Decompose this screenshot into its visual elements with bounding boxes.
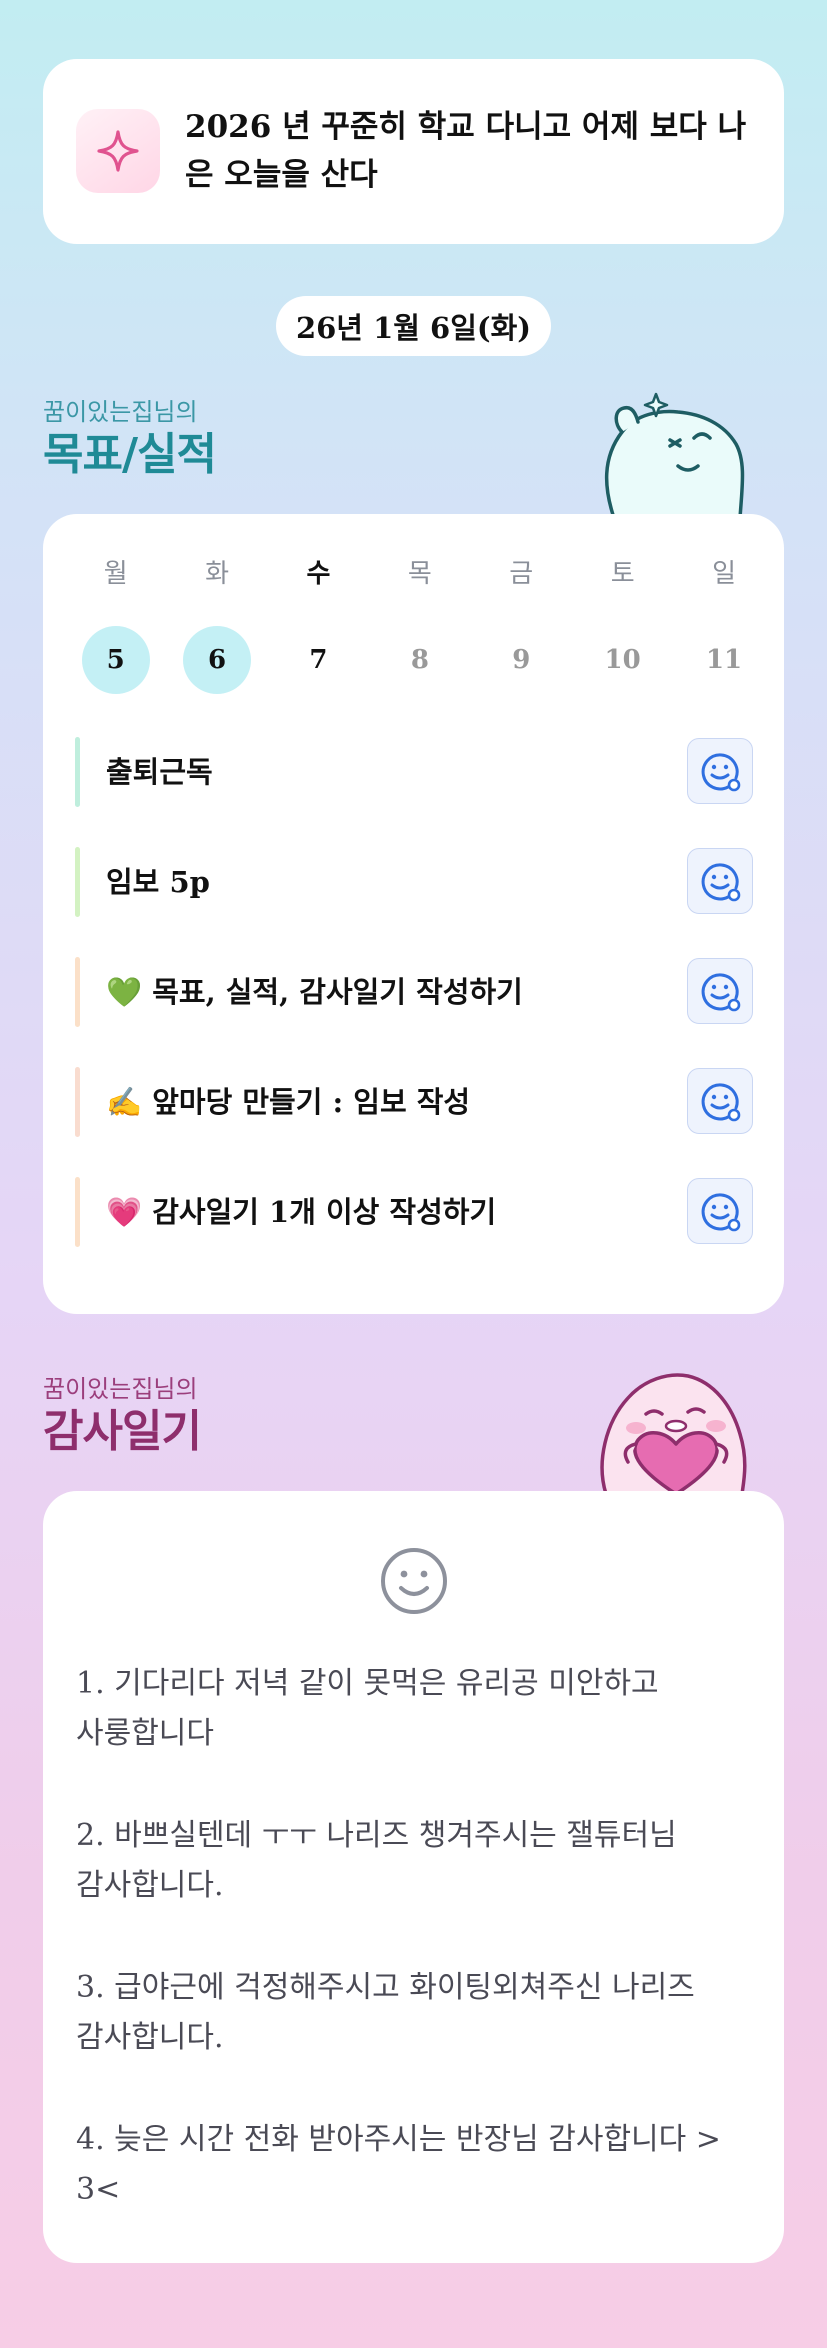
date-cell[interactable]: 11 (673, 626, 774, 694)
date-cell[interactable]: 9 (471, 626, 572, 694)
task-react-button[interactable] (687, 848, 753, 914)
thanks-entry: 1. 기다리다 저녁 같이 못먹은 유리공 미안하고 사룽합니다 (76, 1666, 659, 1751)
task-react-button[interactable] (687, 738, 753, 804)
date-number: 7 (309, 645, 328, 675)
task-label: 출퇴근독 (106, 755, 213, 789)
weekday-label: 목 (407, 559, 432, 589)
mascot-pink-illustration (600, 1373, 747, 1494)
task-color-bar (75, 737, 80, 807)
smile-add-icon (701, 863, 741, 902)
thanks-card: 1. 기다리다 저녁 같이 못먹은 유리공 미안하고 사룽합니다 2. 바쁘실텐… (43, 1491, 784, 2263)
motto-text: 2026 년 꾸준히 학교 다니고 어제 보다 나은 오늘을 산다 (185, 109, 747, 193)
date-number: 9 (512, 645, 531, 675)
task-label: 임보 5p (106, 865, 210, 899)
thanks-entry: 3. 급야근에 걱정해주시고 화이팅외쳐주신 나리즈 감사합니다. (76, 1970, 695, 2055)
goals-card: 월 화 수 목 금 토 일 5 6 7 8 9 10 11 출퇴근독 임보 5p… (43, 514, 784, 1314)
weekday-label: 금 (509, 559, 534, 589)
task-react-button[interactable] (687, 1068, 753, 1134)
date-row: 5 6 7 8 9 10 11 (65, 626, 775, 694)
weekday-label: 화 (205, 559, 230, 589)
task-react-button[interactable] (687, 1178, 753, 1244)
date-cell-completed[interactable]: 5 (65, 626, 166, 694)
sparkle-icon (76, 109, 160, 193)
smile-add-icon (701, 1193, 741, 1232)
date-label: 26년 1월 6일(화) (276, 296, 551, 356)
task-label: 💗 감사일기 1개 이상 작성하기 (106, 1195, 497, 1229)
task-color-bar (75, 1067, 80, 1137)
smile-add-icon (701, 753, 741, 792)
date-number: 6 (208, 645, 227, 675)
task-item: ✍️ 앞마당 만들기 : 임보 작성 (75, 1067, 753, 1137)
date-cell[interactable]: 8 (369, 626, 470, 694)
task-color-bar (75, 847, 80, 917)
weekday-label-today: 수 (306, 559, 331, 589)
task-color-bar (75, 957, 80, 1027)
weekday-label: 월 (103, 559, 128, 589)
date-number: 8 (410, 645, 429, 675)
weekday-row: 월 화 수 목 금 토 일 (65, 554, 775, 594)
task-item: 💗 감사일기 1개 이상 작성하기 (75, 1177, 753, 1247)
task-label: ✍️ 앞마당 만들기 : 임보 작성 (106, 1085, 471, 1119)
task-label: 💚 목표, 실적, 감사일기 작성하기 (106, 975, 523, 1009)
smile-add-icon (701, 973, 741, 1012)
date-cell[interactable]: 10 (572, 626, 673, 694)
thanks-entry: 4. 늦은 시간 전화 받아주시는 반장님 감사합니다 > 3< (76, 2122, 721, 2207)
weekday-label: 일 (712, 559, 736, 589)
smile-icon (381, 1548, 447, 1614)
task-item: 💚 목표, 실적, 감사일기 작성하기 (75, 957, 753, 1027)
week-calendar: 월 화 수 목 금 토 일 5 6 7 8 9 10 11 (65, 554, 775, 694)
task-item: 임보 5p (75, 847, 753, 917)
date-cell-completed[interactable]: 6 (166, 626, 267, 694)
mascot-blue-illustration (604, 392, 745, 518)
weekday-label: 토 (610, 559, 635, 589)
task-item: 출퇴근독 (75, 737, 753, 807)
task-react-button[interactable] (687, 958, 753, 1024)
goals-title: 목표/실적 (43, 429, 217, 480)
task-color-bar (75, 1177, 80, 1247)
smile-add-icon (701, 1083, 741, 1122)
date-cell-today[interactable]: 7 (268, 626, 369, 694)
thanks-title: 감사일기 (43, 1406, 202, 1457)
date-number: 11 (705, 645, 743, 675)
date-number: 5 (106, 645, 125, 675)
date-number: 10 (604, 645, 641, 675)
motto-card: 2026 년 꾸준히 학교 다니고 어제 보다 나은 오늘을 산다 (43, 59, 784, 244)
thanks-entry: 2. 바쁘실텐데 ㅜㅜ 나리즈 챙겨주시는 잴튜터님 감사합니다. (76, 1818, 677, 1903)
